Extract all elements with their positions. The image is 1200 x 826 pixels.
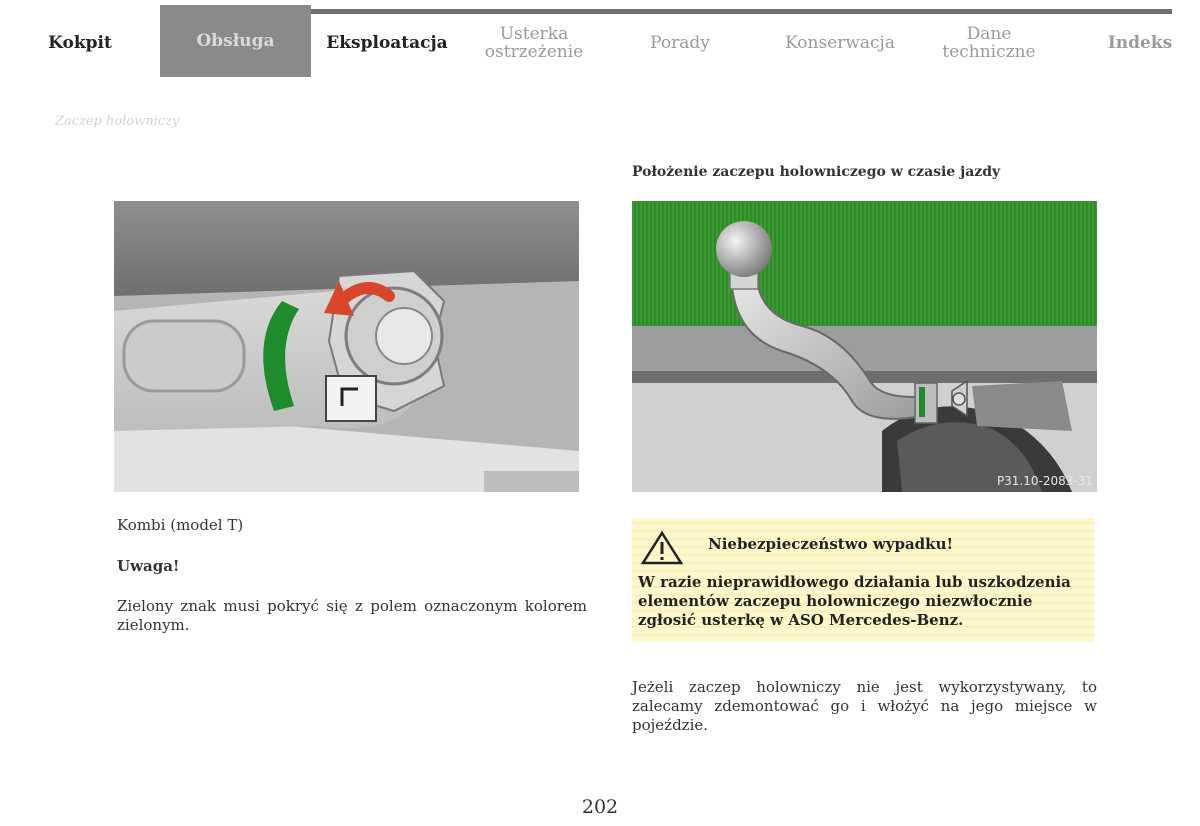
warning-triangle-icon [640,530,684,565]
note-title: Uwaga! [117,557,180,575]
photo-caption: Kombi (model T) [117,516,244,534]
info-paragraph: Jeżeli zaczep holowniczy nie jest wykorz… [632,678,1097,734]
tab-obsluga[interactable]: Obsługa [160,5,311,77]
warning-text: W razie nieprawidłowego działania lub us… [638,573,1071,629]
tab-usterka[interactable]: Usterka ostrzeżenie [470,12,598,74]
photo-code: P31.10-2083-31 [996,474,1093,488]
green-mark [919,387,925,417]
warning-title: Niebezpieczeństwo wypadku! [708,535,954,553]
top-navigation: Kokpit Obsługa Eksploatacja Usterka ostr… [0,0,1200,80]
tab-konserwacja[interactable]: Konserwacja [770,12,910,74]
tow-hook-driving-photo: P31.10-2083-31 [632,201,1097,492]
tab-porady[interactable]: Porady [625,12,735,74]
note-text: Zielony znak musi pokryć się z polem ozn… [117,597,587,634]
section-heading: Położenie zaczepu holowniczego w czasie … [632,164,1001,180]
warning-box: Niebezpieczeństwo wypadku! W razie niepr… [632,518,1094,642]
tab-eksploatacja[interactable]: Eksploatacja [318,12,456,74]
breadcrumb: Zaczep holowniczy [55,114,180,129]
tab-dane-techniczne[interactable]: Dane techniczne [930,12,1048,74]
page-number: 202 [581,796,619,818]
tow-hook-indicator-photo [114,201,579,492]
tab-indeks[interactable]: Indeks [1090,12,1190,74]
tab-kokpit[interactable]: Kokpit [20,12,140,74]
tow-hook-illustration [632,201,1097,492]
indicator-illustration [114,201,579,492]
